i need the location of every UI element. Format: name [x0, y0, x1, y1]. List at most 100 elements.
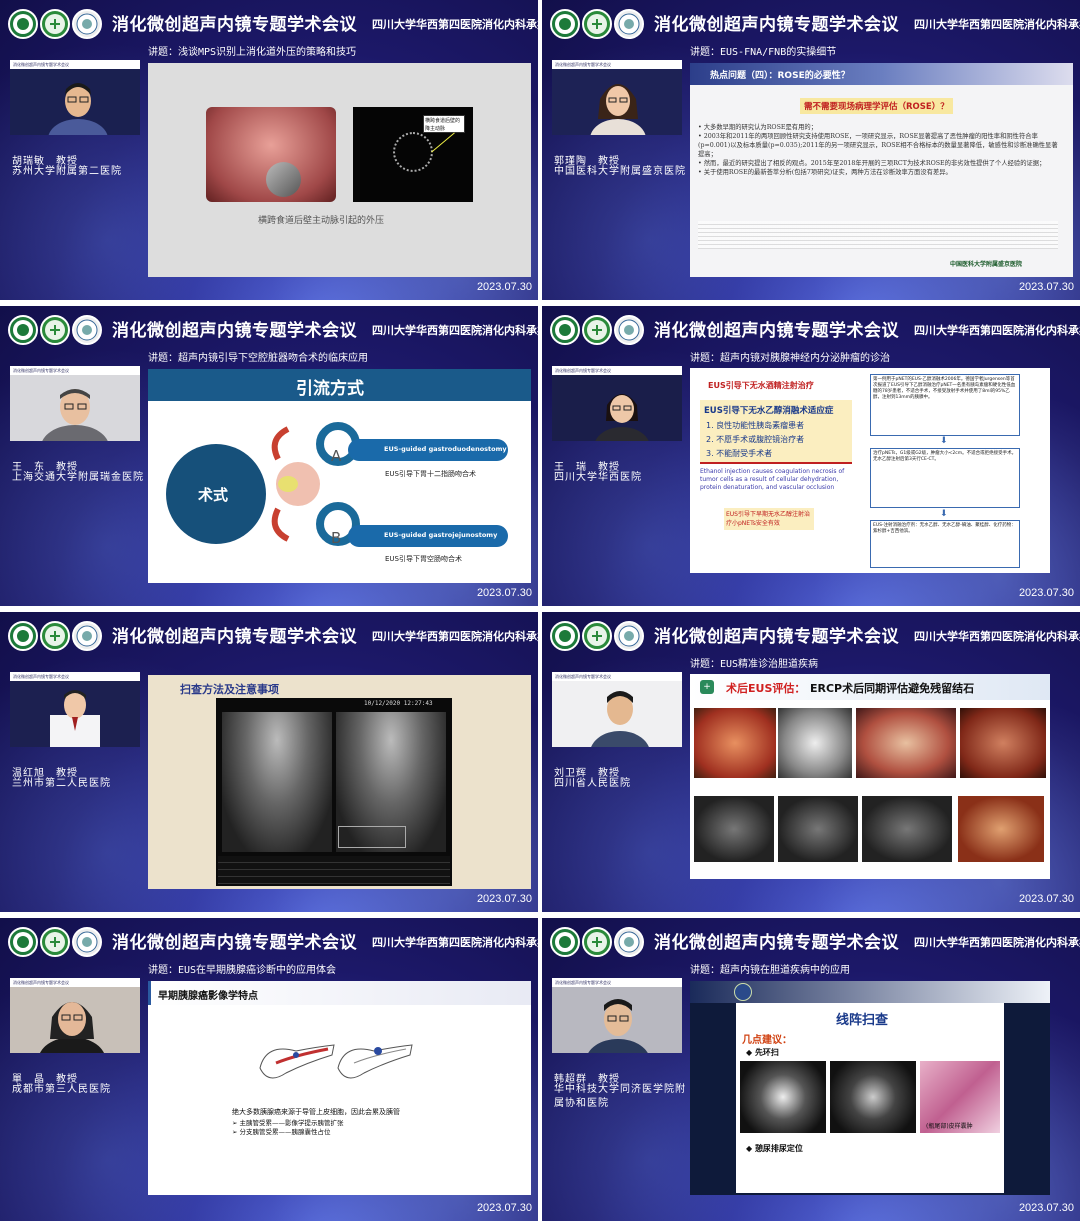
conference-title: 消化微创超声内镜专题学术会议 — [112, 627, 357, 647]
speaker-camera: 消化微创超声内镜专题学术会议 — [552, 60, 682, 135]
speaker-affiliation: 兰州市第二人民医院 — [12, 778, 111, 789]
header: 消化微创超声内镜专题学术会议 四川大学华西第四医院消化内科承办 — [0, 0, 538, 46]
panel-5[interactable]: 消化微创超声内镜专题学术会议 四川大学华西第四医院消化内科承办 消化微创超声内镜… — [0, 612, 538, 912]
speaker-avatar — [552, 681, 682, 747]
header: 消化微创超声内镜专题学术会议 四川大学华西第四医院消化内科承办 — [0, 918, 538, 964]
shared-slide: EUS引导下无水酒精注射治疗 EUS引导下无水乙醇消融术适应症 1. 良性功能性… — [690, 368, 1050, 573]
header: 消化微创超声内镜专题学术会议 四川大学华西第四医院消化内科承办 — [542, 306, 1080, 352]
lecture-title: 讲题：EUS-FNA/FNB的实操细节 — [690, 47, 837, 58]
slide-title: 引流方式 — [296, 379, 364, 399]
logo-icon — [8, 927, 38, 957]
logo-icon — [550, 621, 580, 651]
ethanol-text: Ethanol injection causes coagulation nec… — [700, 468, 845, 491]
panel-2[interactable]: 消化微创超声内镜专题学术会议 四川大学华西第四医院消化内科承办 讲题：EUS-F… — [542, 0, 1080, 300]
lecture-title: 讲题：超声内镜引导下空腔脏器吻合术的临床应用 — [148, 353, 368, 364]
option-b-bar: EUS-guided gastrojejunostomy — [348, 525, 508, 547]
organizer: 四川大学华西第四医院消化内科承办 — [914, 18, 1080, 31]
speaker-affiliation: 上海交通大学附属瑞金医院 — [12, 472, 144, 483]
speaker-camera: 消化微创超声内镜专题学术会议 — [552, 672, 682, 747]
endoscopy-image — [958, 796, 1044, 862]
logo-icon — [8, 9, 38, 39]
date: 2023.07.30 — [476, 587, 532, 599]
organizer: 四川大学华西第四医院消化内科承办 — [372, 18, 538, 31]
speaker-avatar — [552, 69, 682, 135]
conference-title: 消化微创超声内镜专题学术会议 — [654, 627, 899, 647]
bullet: • 2003年和2011年的两项回顾性研究支持使用ROSE，一项研究显示，ROS… — [698, 133, 1058, 158]
conference-title: 消化微创超声内镜专题学术会议 — [112, 933, 357, 953]
logo-icon — [40, 315, 70, 345]
eus-image — [778, 796, 858, 862]
hospital-seal-icon — [734, 983, 752, 1001]
slide-caption: 横跨食道后壁主动脉引起的外压 — [258, 216, 385, 226]
logo-icon — [614, 9, 644, 39]
accent-bar — [148, 981, 151, 1005]
indication-box: EUS引导下无水乙醇消融术适应症 1. 良性功能性胰岛素瘤患者 2. 不愿手术或… — [700, 400, 852, 464]
panel-7[interactable]: 消化微创超声内镜专题学术会议 四川大学华西第四医院消化内科承办 讲题：EUS在早… — [0, 918, 538, 1221]
logo-icon — [582, 621, 612, 651]
eus-image — [830, 1061, 916, 1133]
point-2: ◆ 憩尿排尿定位 — [746, 1144, 803, 1153]
speaker-affiliation: 四川大学华西医院 — [554, 472, 642, 483]
shared-slide: 热点问题（四）：ROSE的必要性？ 需不需要现场病理学评估（ROSE）？ • 大… — [690, 63, 1073, 277]
label-a: A — [331, 447, 342, 465]
logo-icon — [614, 927, 644, 957]
eus-image — [862, 796, 952, 862]
endoscopy-image — [206, 107, 336, 202]
camera-bar: 消化微创超声内镜专题学术会议 — [552, 366, 682, 375]
organizer: 四川大学华西第四医院消化内科承办 — [914, 630, 1080, 643]
procedure-label: 术式 — [198, 486, 229, 504]
header: 消化微创超声内镜专题学术会议 四川大学华西第四医院消化内科承办 — [542, 612, 1080, 658]
speaker-avatar — [10, 987, 140, 1053]
logo-icon — [40, 9, 70, 39]
organizer: 四川大学华西第四医院消化内科承办 — [372, 324, 538, 337]
speaker-camera: 消化微创超声内镜专题学术会议 — [552, 978, 682, 1053]
indication-item: 1. 良性功能性胰岛素瘤患者 — [706, 421, 805, 430]
lecture-title: 讲题：EUS在早期胰腺癌诊断中的应用体会 — [148, 965, 337, 976]
speaker-avatar — [552, 375, 682, 441]
endoscopy-image — [856, 708, 956, 778]
slide-title-bar: 热点问题（四）：ROSE的必要性？ — [690, 63, 1073, 85]
option-b-en: EUS-guided gastrojejunostomy — [384, 531, 498, 539]
meeting-grid: 消化微创超声内镜专题学术会议 四川大学华西第四医院消化内科承办 讲题：浅谈MPS… — [0, 0, 1080, 1221]
logo-icon — [8, 621, 38, 651]
endoscopy-image — [960, 708, 1046, 778]
panel-6[interactable]: 消化微创超声内镜专题学术会议 四川大学华西第四医院消化内科承办 讲题：EUS精准… — [542, 612, 1080, 912]
slide-title-bar: + 术后EUS评估： ERCP术后同期评估避免残留结石 — [690, 674, 1050, 700]
logo-icon — [614, 315, 644, 345]
date: 2023.07.30 — [1018, 281, 1074, 293]
main-text: 绝大多数胰腺癌来源于导管上皮细胞，因此会累及胰管 — [232, 1108, 400, 1116]
organizer: 四川大学华西第四医院消化内科承办 — [914, 324, 1080, 337]
logo-icon — [40, 927, 70, 957]
label-b: B — [331, 529, 342, 547]
inset-label: 横跨食道后壁的降主动脉 — [423, 115, 465, 133]
hospital-footer: 中国医科大学附属盛京医院 — [950, 261, 1023, 268]
bullet: • 大多数早期的研究认为ROSE是有用的； — [698, 124, 817, 131]
header: 消化微创超声内镜专题学术会议 四川大学华西第四医院消化内科承办 — [0, 612, 538, 658]
lecture-title: 讲题：超声内镜对胰腺神经内分泌肿瘤的诊治 — [690, 353, 890, 364]
date: 2023.07.30 — [476, 281, 532, 293]
pathology-image: (瓶尾部)皮样囊肿 — [920, 1061, 1000, 1133]
panel-4[interactable]: 消化微创超声内镜专题学术会议 四川大学华西第四医院消化内科承办 讲题：超声内镜对… — [542, 306, 1080, 606]
panel-3[interactable]: 消化微创超声内镜专题学术会议 四川大学华西第四医院消化内科承办 讲题：超声内镜引… — [0, 306, 538, 606]
date: 2023.07.30 — [1018, 587, 1074, 599]
date: 2023.07.30 — [1018, 893, 1074, 905]
references — [698, 221, 1058, 249]
bullet: • 关于使用ROSE的最新荟萃分析(包括7项研究)证实，两种方法在诊断效率方面没… — [698, 169, 952, 176]
speaker-affiliation: 四川省人民医院 — [554, 778, 631, 789]
bullet-2: ➢ 分支胰管受累——胰腺囊性占位 — [232, 1128, 331, 1136]
logo-icon — [550, 315, 580, 345]
conference-title: 消化微创超声内镜专题学术会议 — [112, 321, 357, 341]
arrow-down-icon: ⬇ — [940, 436, 948, 446]
logo-icon — [72, 621, 102, 651]
logo-icon — [72, 9, 102, 39]
doppler-box — [338, 826, 406, 848]
point-1: ◆ 先环扫 — [746, 1048, 779, 1057]
camera-bar: 消化微创超声内镜专题学术会议 — [10, 978, 140, 987]
speaker-avatar — [10, 681, 140, 747]
slide-title: 早期胰腺癌影像学特点 — [158, 991, 258, 1002]
panel-1[interactable]: 消化微创超声内镜专题学术会议 四川大学华西第四医院消化内科承办 讲题：浅谈MPS… — [0, 0, 538, 300]
option-a-cn: EUS引导下胃十二指肠吻合术 — [385, 470, 476, 478]
panel-8[interactable]: 消化微创超声内镜专题学术会议 四川大学华西第四医院消化内科承办 讲题：超声内镜在… — [542, 918, 1080, 1221]
speaker-camera: 消化微创超声内镜专题学术会议 — [552, 366, 682, 441]
slide-title-red: 术后EUS评估： — [726, 682, 806, 695]
